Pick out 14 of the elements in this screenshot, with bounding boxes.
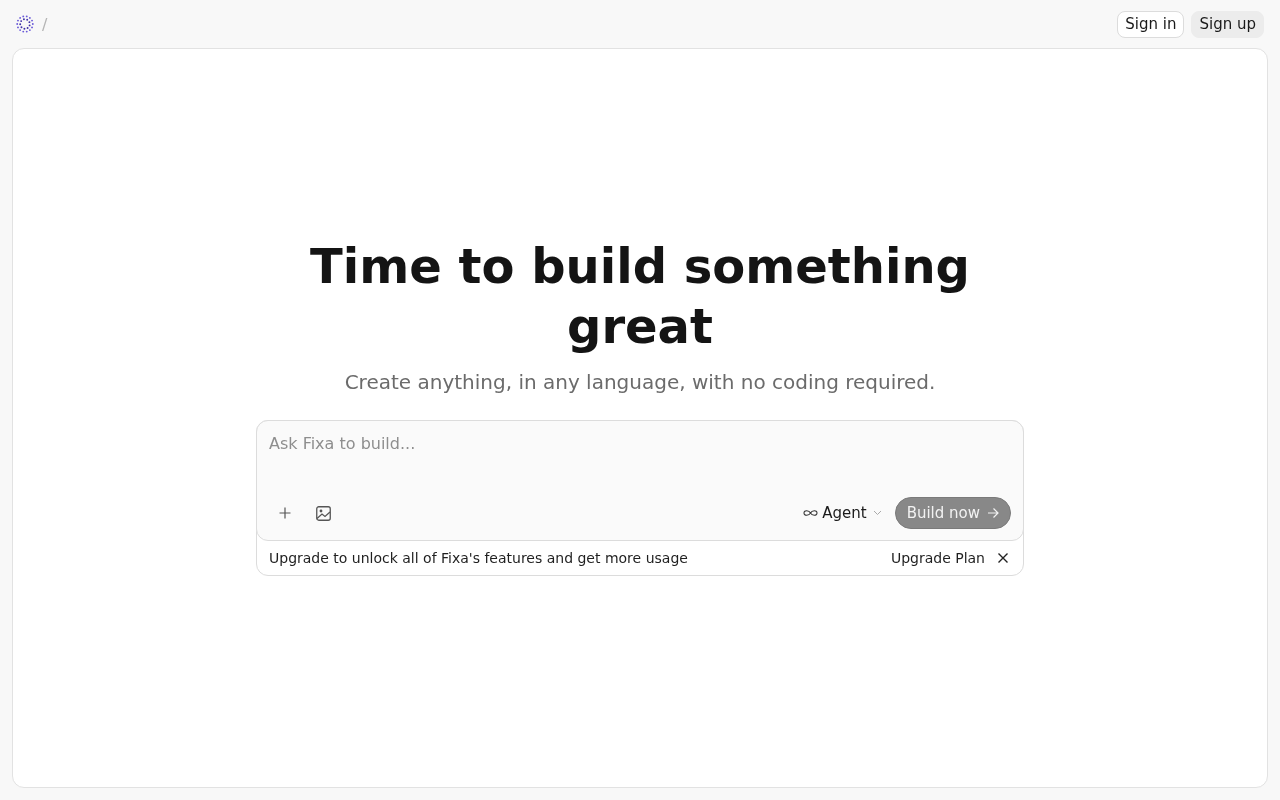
hero-title: Time to build something great [309, 237, 971, 356]
breadcrumb-separator: / [42, 14, 48, 34]
prompt-field[interactable]: Ask Fixa to build... [269, 432, 1011, 497]
infinity-icon [803, 509, 819, 517]
sign-in-button[interactable]: Sign in [1117, 10, 1185, 38]
sign-up-button[interactable]: Sign up [1191, 10, 1264, 38]
upgrade-plan-link[interactable]: Upgrade Plan [890, 550, 985, 566]
hero-subtitle: Create anything, in any language, with no coding required. [344, 369, 936, 396]
agent-mode-dropdown[interactable]: Agent [803, 499, 882, 527]
chevron-down-icon [872, 510, 882, 516]
dotted-circle-logo[interactable] [16, 15, 34, 33]
upgrade-message: Upgrade to unlock all of Fixa's features and get more usage [269, 550, 688, 566]
arrow-right-icon [987, 507, 999, 519]
close-icon[interactable] [997, 552, 1009, 564]
